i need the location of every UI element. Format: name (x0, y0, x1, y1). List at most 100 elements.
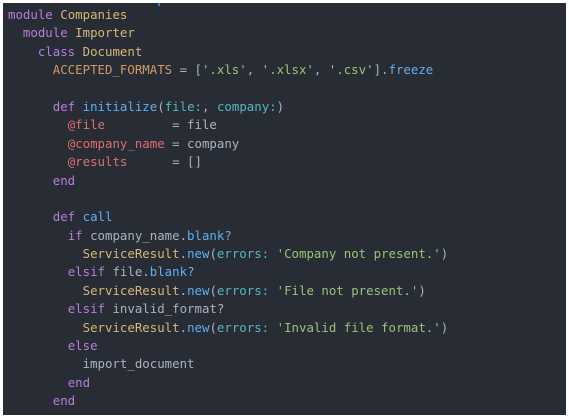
code-token-sym: file: (164, 98, 203, 114)
code-token-ivar: @company_name (67, 135, 165, 151)
code-token-str: '.xls' (201, 62, 247, 78)
code-line[interactable]: @results = [] (8, 153, 448, 171)
code-token-plain: = file (105, 117, 217, 133)
code-token-cls: ServiceResult (82, 319, 180, 335)
code-line[interactable]: end (8, 374, 448, 392)
code-token-plain: import_document (8, 356, 195, 372)
code-token-plain: ( (209, 246, 217, 262)
code-token-fn: call (82, 209, 113, 225)
code-token-cls: ServiceResult (82, 246, 180, 262)
code-line[interactable]: elsif invalid_format? (8, 300, 448, 318)
code-line[interactable]: module Companies (8, 6, 448, 24)
code-area[interactable]: module Companies module Importer class D… (8, 6, 448, 411)
code-token-plain: , (246, 62, 262, 78)
code-token-fn: freeze (388, 62, 434, 78)
code-token-plain: ]. (373, 62, 389, 78)
code-token-plain: ) (276, 98, 285, 114)
code-editor[interactable]: module Companies module Importer class D… (3, 3, 566, 415)
code-token-const: ACCEPTED_FORMATS (52, 62, 173, 78)
code-line[interactable]: @company_name = company (8, 135, 448, 153)
code-token-kw: if (67, 227, 83, 243)
code-line[interactable]: ACCEPTED_FORMATS = ['.xls', '.xlsx', '.c… (8, 61, 448, 79)
code-line[interactable]: if company_name.blank? (8, 227, 448, 245)
code-token-plain: ) (418, 282, 426, 298)
code-token-kw: def (52, 209, 76, 225)
code-token-plain: file. (105, 264, 150, 280)
code-token-cls: Importer (75, 25, 135, 41)
code-line[interactable]: class Document (8, 43, 448, 61)
code-token-plain: . (179, 319, 188, 335)
code-token-plain: = [] (127, 154, 202, 170)
code-line[interactable]: ServiceResult.new(errors: 'Company not p… (8, 245, 449, 263)
code-token-sym: company: (216, 98, 277, 114)
code-line[interactable] (8, 190, 448, 208)
code-token-kw: elsif (67, 301, 105, 317)
code-token-plain: invalid_format? (105, 301, 225, 317)
code-token-ivar: @file (67, 117, 105, 133)
code-line[interactable]: ServiceResult.new(errors: 'File not pres… (8, 282, 448, 300)
code-line[interactable]: elsif file.blank? (8, 263, 448, 281)
code-token-plain: ( (209, 319, 217, 335)
code-token-ivar: @results (67, 154, 128, 170)
code-line[interactable]: end (8, 392, 448, 410)
code-token-plain: , (202, 98, 217, 114)
code-token-kw: else (67, 338, 98, 354)
code-line[interactable]: def call (8, 208, 448, 226)
code-token-cls: ServiceResult (82, 282, 180, 298)
code-token-fn: new (187, 319, 210, 335)
code-token-plain: = [ (172, 62, 202, 78)
code-token-kw: class (37, 43, 76, 59)
code-token-fn: new (187, 282, 210, 298)
code-line[interactable]: end (8, 172, 448, 190)
code-line[interactable]: def initialize(file:, company:) (8, 98, 448, 116)
code-line[interactable]: module Importer (8, 24, 448, 42)
code-token-kw: end (52, 393, 76, 409)
code-token-cls: Companies (60, 7, 128, 22)
code-token-plain: . (179, 246, 188, 262)
code-token-kw: end (67, 374, 91, 390)
code-token-str: 'Invalid file format.' (276, 319, 441, 335)
code-token-plain: ( (157, 98, 165, 114)
code-token-plain: . (179, 282, 188, 298)
code-token-cls: Document (82, 43, 143, 59)
code-token-plain: , (313, 62, 329, 78)
code-token-str: '.csv' (328, 62, 374, 78)
code-line[interactable]: @file = file (8, 116, 448, 134)
code-token-fn: blank? (149, 264, 195, 280)
code-line[interactable] (8, 80, 448, 98)
code-line[interactable]: else (8, 337, 448, 355)
code-token-plain: company_name. (82, 227, 188, 243)
code-token-plain: ( (209, 282, 217, 298)
code-token-str: '.xlsx' (261, 62, 314, 78)
code-token-fn: blank? (187, 227, 232, 243)
code-token-sym: errors: (216, 319, 270, 335)
code-line[interactable]: import_document (8, 355, 448, 373)
code-token-kw: end (52, 172, 76, 188)
code-token-sym: errors: (216, 282, 270, 298)
code-token-sym: errors: (216, 246, 270, 262)
code-token-kw: def (52, 98, 76, 114)
code-token-kw: module (22, 25, 68, 41)
code-line[interactable]: ServiceResult.new(errors: 'Invalid file … (8, 319, 449, 337)
code-token-fn: initialize (82, 98, 158, 114)
